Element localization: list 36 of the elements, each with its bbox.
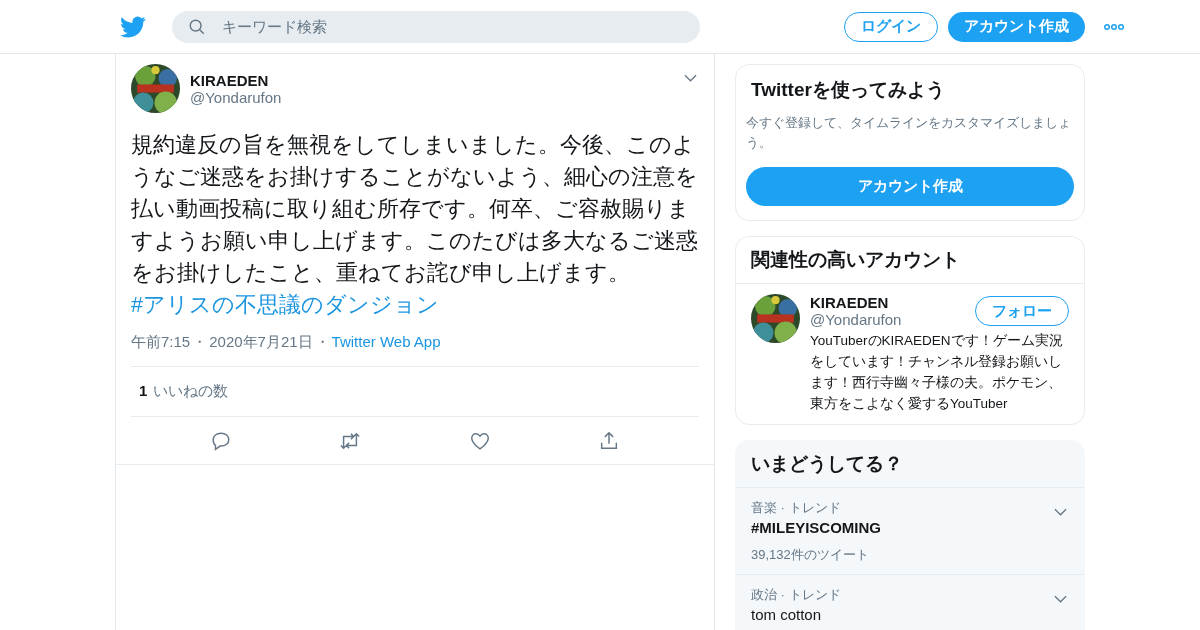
card-title: いまどうしてる？: [736, 441, 1084, 488]
search-icon: [188, 17, 206, 36]
source-link[interactable]: Twitter Web App: [331, 333, 441, 350]
trend-context: 政治 · トレンド: [751, 586, 842, 604]
likes-count[interactable]: 1: [139, 382, 148, 401]
display-name[interactable]: KIRAEDEN: [190, 71, 684, 89]
signup-button[interactable]: アカウント作成: [746, 167, 1074, 206]
heart-icon[interactable]: [468, 430, 491, 452]
login-button[interactable]: ログイン: [844, 11, 938, 42]
hashtag-link[interactable]: #アリスの不思議のダンジョン: [131, 289, 699, 321]
tweet-text: 規約違反の旨を無視をしてしまいました。今後、このようなご迷惑をお掛けすることがないよう、細心の注意を払い動画投稿に取り組む所存です。何卒、ご容赦賜りますようお願い申し上げます。このたびは多大なるご迷惑をお掛けしたこと、重ねてお詫び申し上げます。: [131, 132, 699, 287]
tweet-time[interactable]: 午前7:15: [131, 333, 191, 350]
follow-button[interactable]: フォロー: [975, 296, 1069, 326]
retweet-icon[interactable]: [339, 430, 362, 452]
signup-button[interactable]: アカウント作成: [948, 11, 1085, 42]
card-title: 関連性の高いアカウント: [736, 237, 1084, 284]
trend-name[interactable]: #MILEYISCOMING: [751, 517, 1054, 538]
more-icon[interactable]: [1103, 22, 1125, 31]
handle[interactable]: @Yondarufon: [810, 311, 975, 328]
separator-dot: ・: [314, 333, 330, 350]
card-title: Twitterを使ってみよう: [750, 78, 946, 102]
display-name[interactable]: KIRAEDEN: [810, 294, 975, 311]
chevron-down-icon[interactable]: [1054, 595, 1067, 603]
chevron-down-icon[interactable]: [684, 74, 697, 82]
signup-text: 今すぐ登録して、タイムラインをカスタマイズしましょう。: [746, 114, 1072, 152]
separator-dot: ・: [192, 333, 208, 350]
account-bio: YouTuberのKIRAEDENです！ゲーム実況をしています！チャンネル登録お願いします！西行寺幽々子様の夫。ポケモン、東方をこよなく愛するYouTuber: [810, 332, 1064, 413]
likes-label[interactable]: いいねの数: [153, 382, 229, 401]
tweet-date[interactable]: 2020年7月21日: [209, 333, 313, 350]
tweet-count: 39,132件のツイート: [751, 546, 870, 564]
reply-icon[interactable]: [209, 430, 232, 452]
trend-context: 音楽 · トレンド: [751, 499, 842, 517]
chevron-down-icon[interactable]: [1054, 508, 1067, 516]
trend-name[interactable]: tom cotton: [751, 604, 1054, 625]
search-field[interactable]: キーワード検索: [172, 10, 700, 43]
handle[interactable]: @Yondarufon: [190, 88, 684, 106]
